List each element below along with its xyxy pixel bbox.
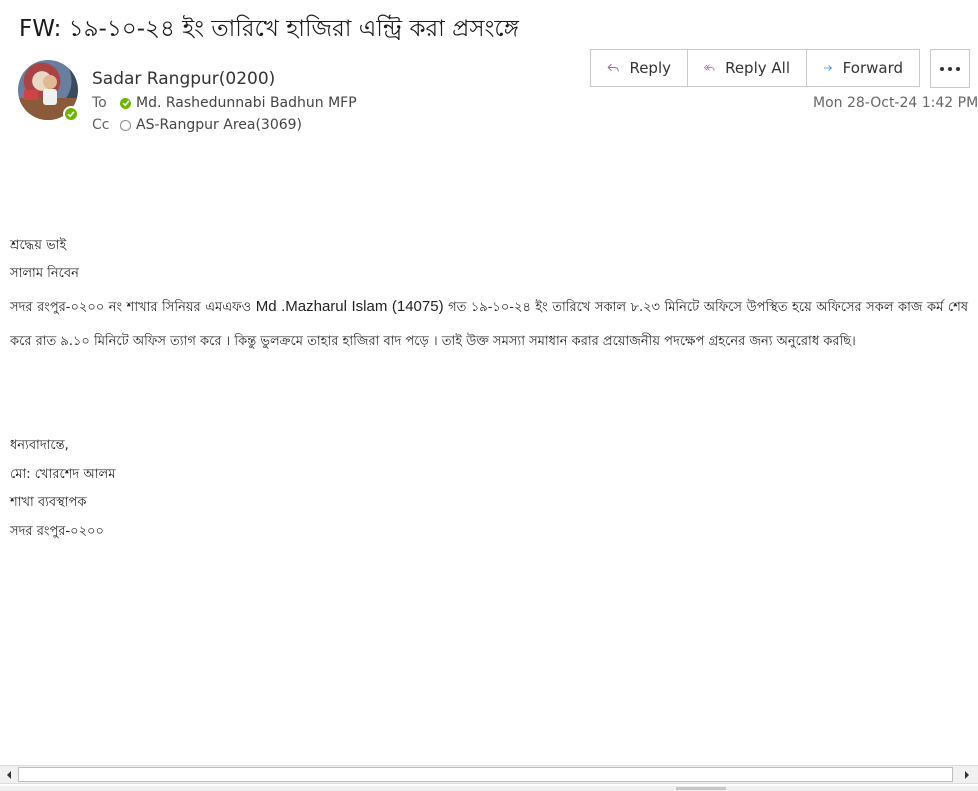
reply-all-button[interactable]: Reply All <box>688 50 807 86</box>
email-body: শ্রদ্ধেয় ভাই সালাম নিবেন সদর রংপুর-০২০০… <box>10 232 968 359</box>
cc-row: Cc AS-Rangpur Area(3069) <box>92 117 302 133</box>
salutation-line: সালাম নিবেন <box>10 266 79 281</box>
sender-name[interactable]: Sadar Rangpur(0200) <box>92 69 275 89</box>
reply-button[interactable]: Reply <box>591 50 688 86</box>
signature-closing: ধন্যবাদান্তে, <box>10 438 69 453</box>
signature-block: ধন্যবাদান্তে, মো: খোরশেদ আলম শাখা ব্যবস্… <box>10 432 115 546</box>
cc-label: Cc <box>92 117 110 133</box>
reply-all-label: Reply All <box>725 59 790 77</box>
sent-date: Mon 28-Oct-24 1:42 PM <box>813 95 978 111</box>
bottom-edge <box>0 786 978 791</box>
forward-button[interactable]: Forward <box>807 50 919 86</box>
to-row: To Md. Rashedunnabi Badhun MFP <box>92 95 357 111</box>
scroll-right-button[interactable] <box>958 766 976 784</box>
employee-name: Md .Mazharul Islam (14075) <box>255 298 444 315</box>
forward-arrow-icon <box>823 65 832 71</box>
paragraph-start: সদর রংপুর-০২০০ নং শাখার সিনিয়র এমএফও <box>10 300 256 315</box>
more-actions-button[interactable] <box>930 49 970 88</box>
scrollbar-thumb[interactable] <box>18 767 953 782</box>
forward-label: Forward <box>842 59 903 77</box>
reply-icon <box>607 63 619 72</box>
signature-title: শাখা ব্যবস্থাপক <box>10 495 87 510</box>
cc-recipient[interactable]: AS-Rangpur Area(3069) <box>136 117 302 133</box>
cc-presence-icon <box>120 119 131 131</box>
recipient-presence-icon <box>120 97 131 109</box>
bottom-edge-indicator <box>676 787 726 790</box>
presence-available-icon <box>63 106 79 122</box>
to-label: To <box>92 95 107 111</box>
to-recipient[interactable]: Md. Rashedunnabi Badhun MFP <box>136 95 357 111</box>
scroll-left-button[interactable] <box>0 766 18 784</box>
scroll-right-icon <box>965 771 969 779</box>
ellipsis-icon <box>940 66 960 71</box>
email-subject: FW: ১৯-১০-২৪ ইং তারিখে হাজিরা এন্ট্রি কর… <box>19 16 519 42</box>
body-paragraph: সদর রংপুর-০২০০ নং শাখার সিনিয়র এমএফও Md… <box>10 290 968 359</box>
reply-label: Reply <box>629 59 671 77</box>
action-toolbar: Reply Reply All Forward <box>590 49 920 87</box>
scroll-left-icon <box>7 771 11 779</box>
reply-all-icon <box>704 64 715 71</box>
horizontal-scrollbar[interactable] <box>0 765 978 784</box>
greeting-line: শ্রদ্ধেয় ভাই <box>10 238 67 253</box>
signature-name: মো: খোরশেদ আলম <box>10 466 116 482</box>
signature-branch: সদর রংপুর-০২০০ <box>10 523 104 539</box>
